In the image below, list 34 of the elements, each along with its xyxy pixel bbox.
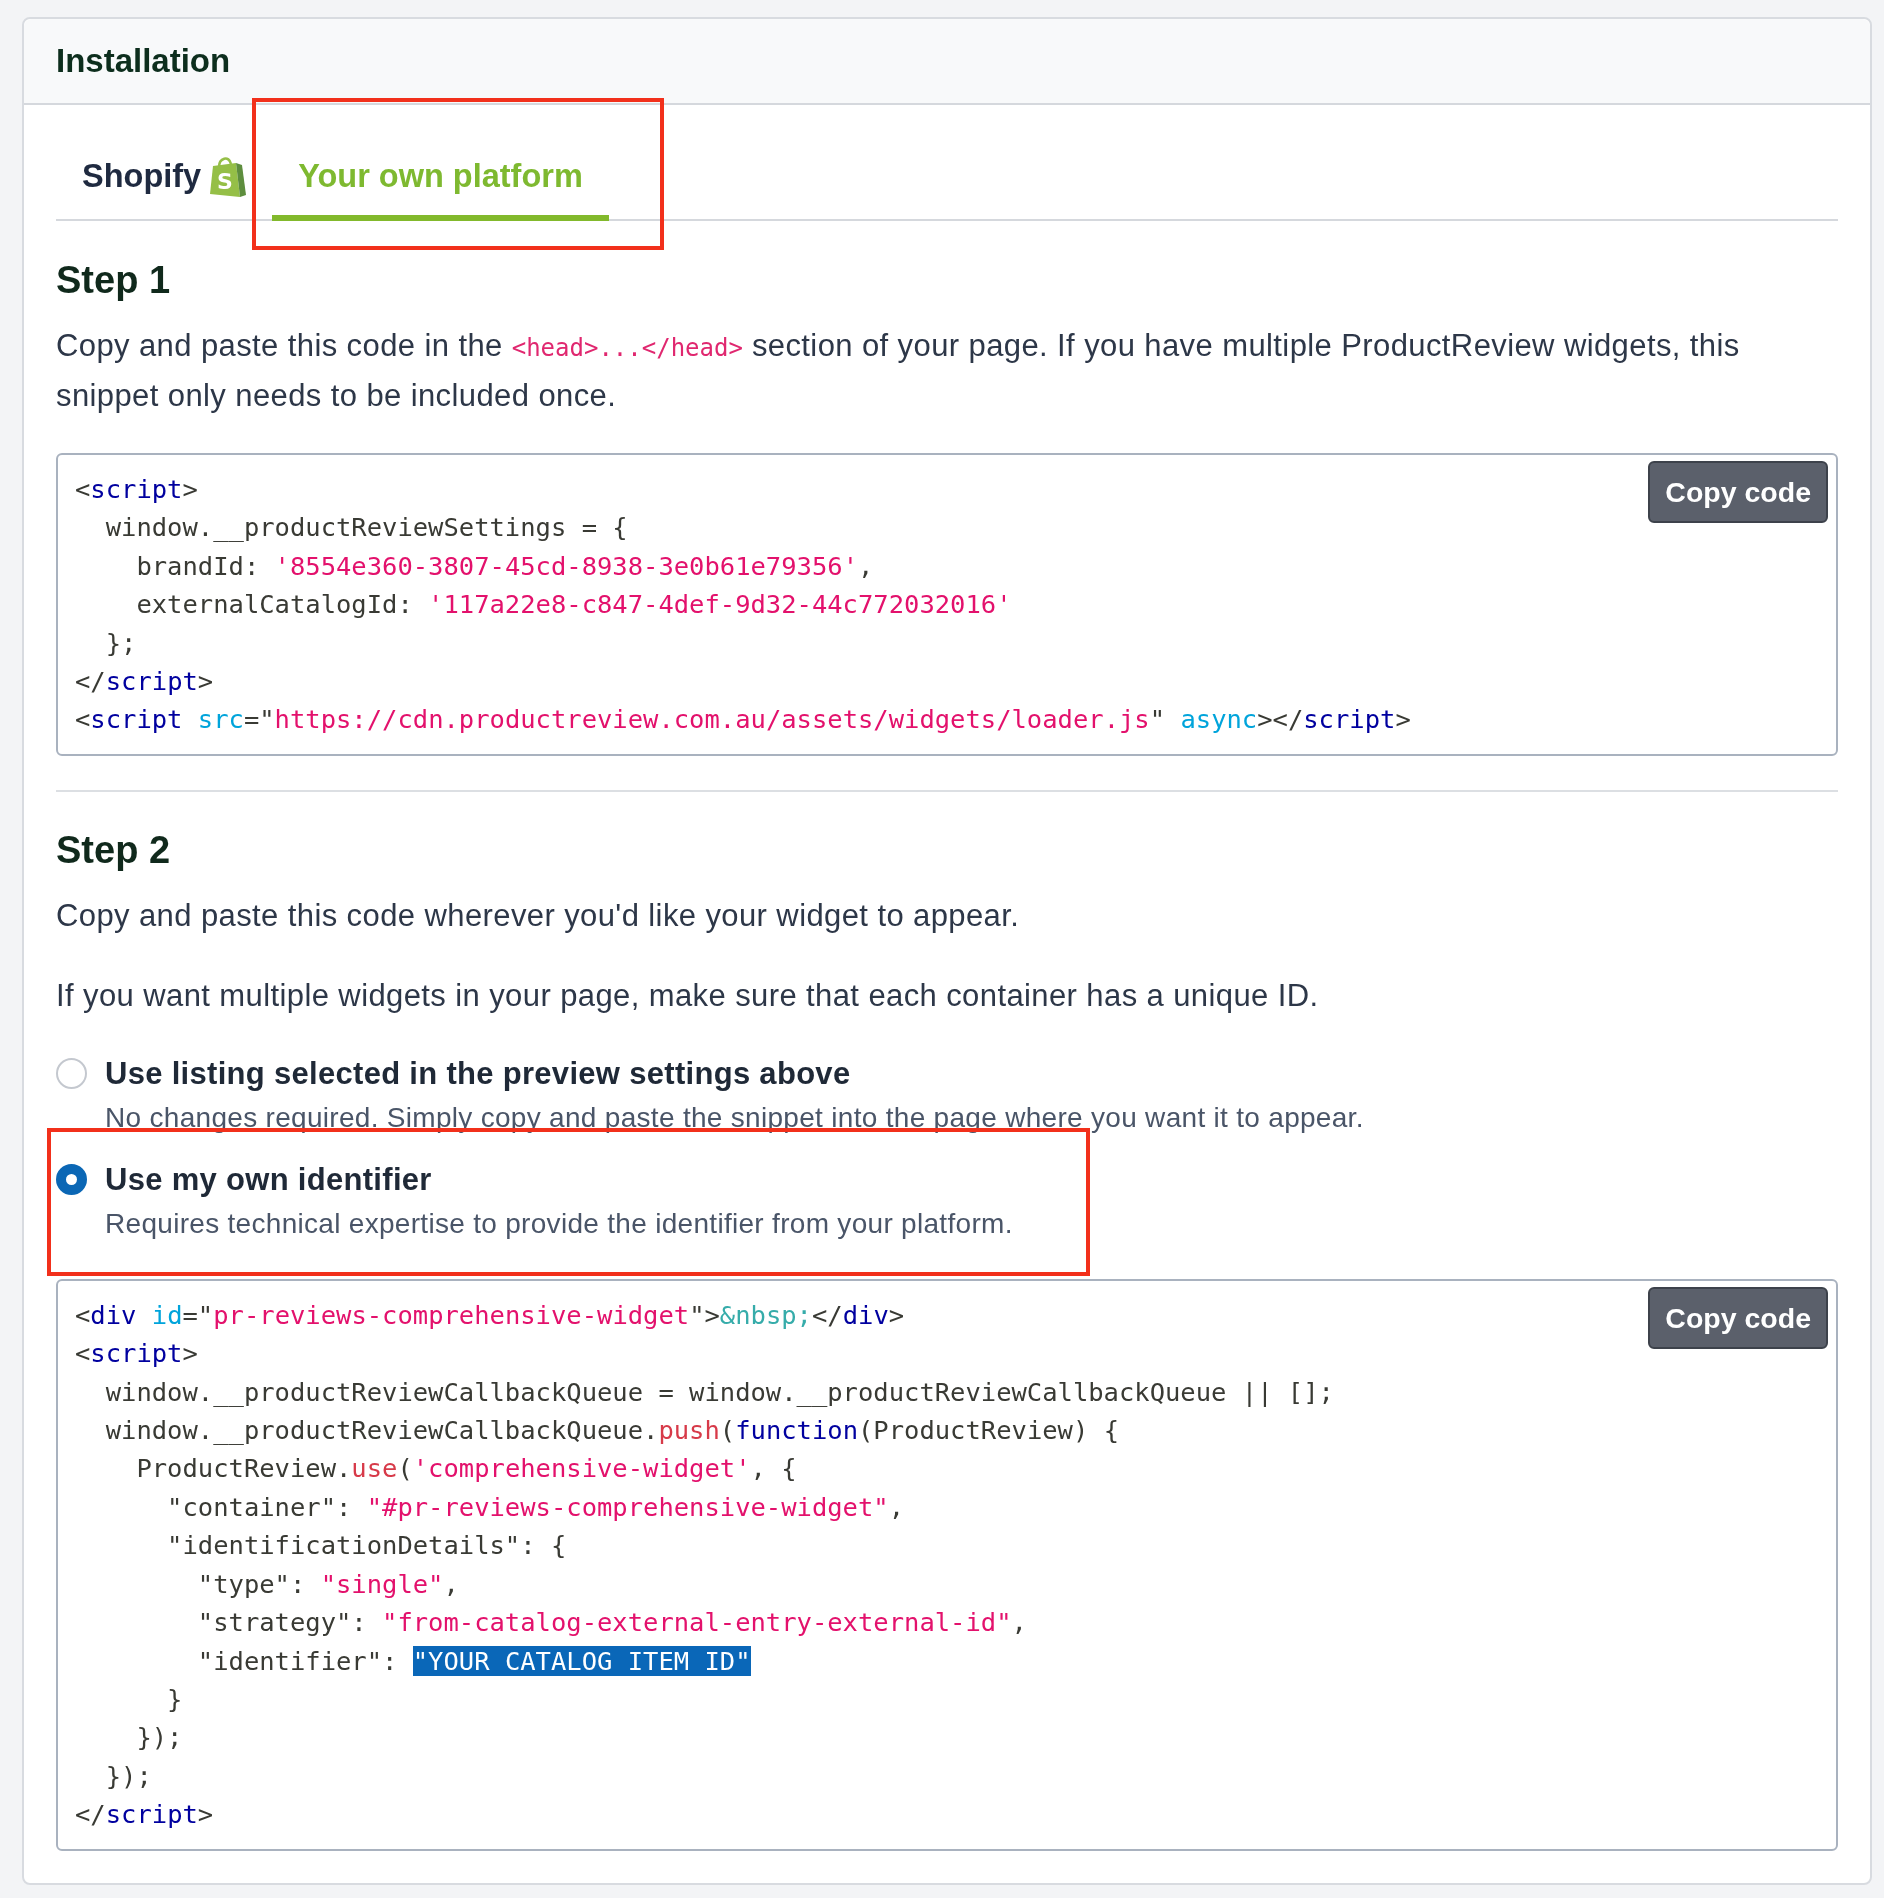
option-description: Requires technical expertise to provide the identifier from your platform.: [105, 1207, 1013, 1240]
code-line: };: [104, 626, 137, 660]
code-line: externalCatalogId: '117a22e8-c847-4def-9d32-44c772032016': [135, 588, 1012, 622]
step-heading: Step 1: [56, 258, 172, 303]
code-line: });: [135, 1721, 183, 1755]
code-line: brandId: '8554e360-3807-45cd-8938-3e0b61e79356',: [135, 549, 874, 583]
section-title: Installation: [56, 42, 231, 80]
code-line: ProductReview.use('comprehensive-widget', {: [135, 1452, 797, 1486]
code-line: <div id="pr-reviews-comprehensive-widget">&nbsp;</div>: [75, 1298, 905, 1332]
instruction-text: Copy and paste this code in the <head>...</head> section of your page. If you have multiple ProductReview widgets, this snippet only needs to be included once.: [56, 327, 1741, 415]
code-line: window.__productReviewCallbackQueue = window.__productReviewCallbackQueue || [];: [104, 1375, 1334, 1409]
code-line: "strategy": "from-catalog-external-entry-external-id",: [196, 1606, 1027, 1640]
radio-button[interactable]: [56, 1163, 87, 1195]
tab[interactable]: Shopify S: [56, 129, 273, 221]
code-line: }: [166, 1682, 183, 1716]
code-line: window.__productReviewCallbackQueue.push(function(ProductReview) {: [104, 1414, 1119, 1448]
code-line: </script>: [75, 1798, 214, 1832]
code-line: "container": "#pr-reviews-comprehensive-widget",: [166, 1490, 905, 1524]
code-line: "identificationDetails": {: [166, 1529, 567, 1563]
copy-code-button[interactable]: Copy code: [1648, 461, 1828, 523]
code-line: <script>: [75, 473, 198, 506]
code-line: <script src="https://cdn.productreview.com.au/assets/widgets/loader.js" async></script>: [75, 703, 1411, 737]
step-heading: Step 2: [56, 827, 172, 873]
code-line: "type": "single",: [196, 1567, 459, 1601]
code-line: });: [104, 1759, 152, 1793]
option-label: Use my own identifier: [105, 1161, 432, 1198]
copy-code-button[interactable]: Copy code: [1648, 1286, 1828, 1349]
instruction-text: Copy and paste this code wherever you'd like your widget to appear.: [56, 896, 1021, 935]
instruction-text: If you want multiple widgets in your page, make sure that each container has a unique ID.: [56, 976, 1320, 1015]
code-line: </script>: [75, 665, 214, 699]
code-line: <script>: [75, 1337, 198, 1371]
code-line: window.__productReviewSettings = {: [104, 511, 628, 545]
radio-button[interactable]: [56, 1057, 87, 1089]
option-label: Use listing selected in the preview settings above: [105, 1055, 851, 1092]
